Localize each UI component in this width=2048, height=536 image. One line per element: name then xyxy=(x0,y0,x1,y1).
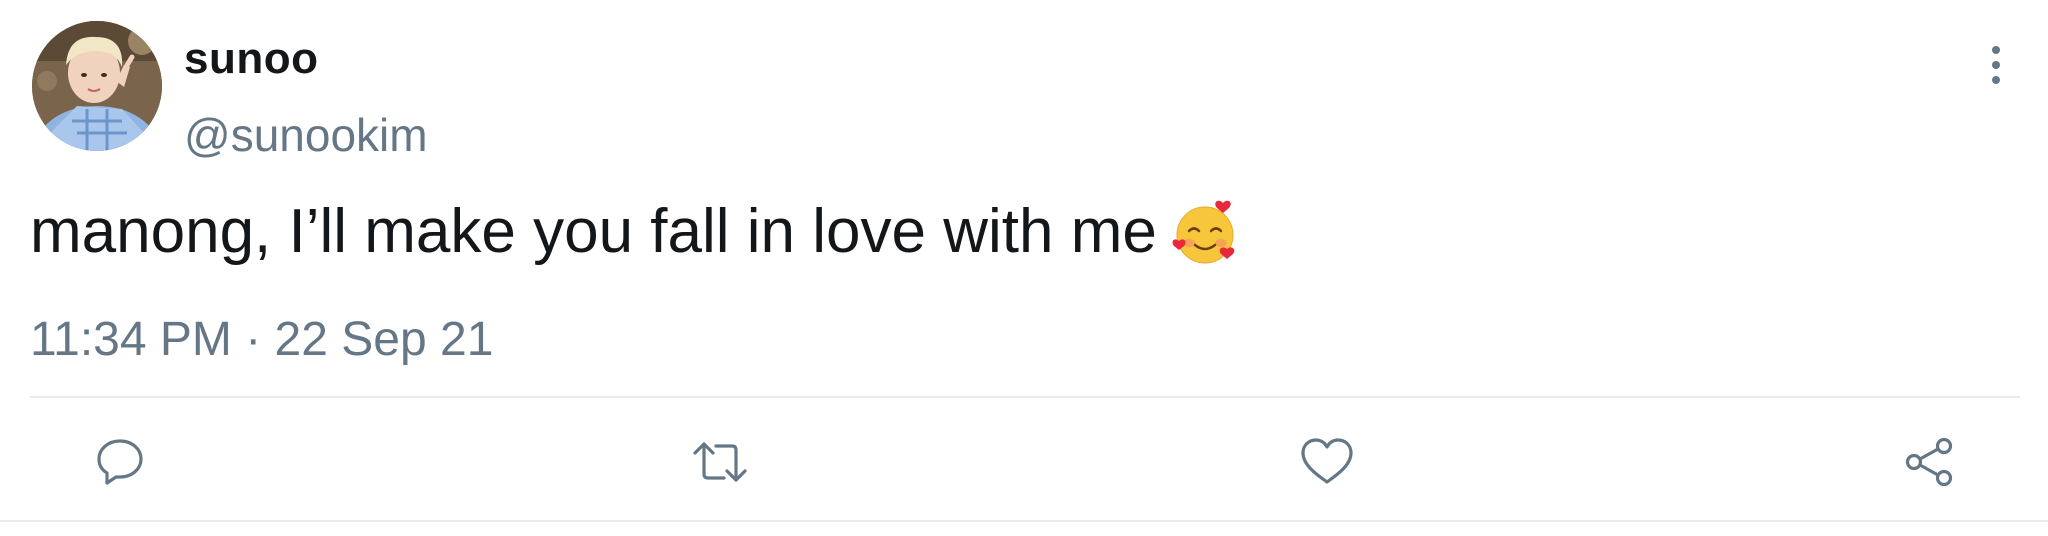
tweet-body: manong, I’ll make you fall in love with … xyxy=(30,197,1157,266)
reply-icon xyxy=(97,439,143,485)
smiling-face-with-hearts-icon xyxy=(1171,197,1241,267)
share-icon xyxy=(1905,437,1953,487)
heart-icon xyxy=(1301,438,1353,484)
display-name[interactable]: sunoo xyxy=(184,34,318,84)
retweet-button[interactable] xyxy=(690,432,750,492)
divider xyxy=(30,396,2020,398)
share-button[interactable] xyxy=(1900,432,1960,492)
tweet-text: manong, I’ll make you fall in love with … xyxy=(30,196,1241,267)
more-vertical-icon xyxy=(1992,46,2000,84)
like-button[interactable] xyxy=(1297,432,1357,492)
more-options-button[interactable] xyxy=(1976,40,2016,90)
bottom-divider xyxy=(0,520,2048,522)
tweet-card: sunoo @sunookim manong, I’ll make you fa… xyxy=(0,0,2048,536)
reply-button[interactable] xyxy=(90,432,150,492)
user-handle[interactable]: @sunookim xyxy=(184,108,428,162)
avatar[interactable] xyxy=(32,21,162,151)
retweet-icon xyxy=(693,442,747,482)
profile-photo-icon xyxy=(32,21,162,151)
tweet-timestamp[interactable]: 11:34 PM · 22 Sep 21 xyxy=(30,312,493,367)
